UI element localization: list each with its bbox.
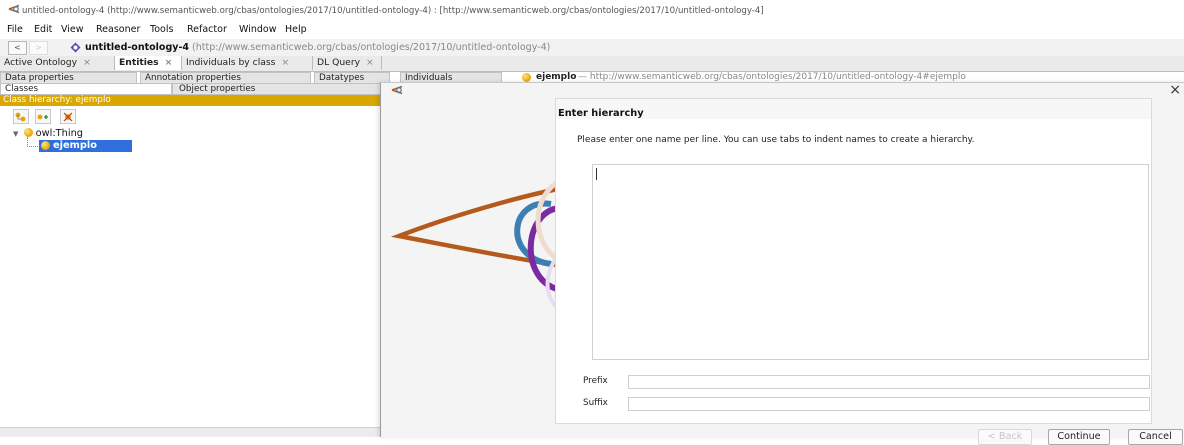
tab-dl-query[interactable]: DL Query × [313, 56, 382, 70]
delete-class-button[interactable] [60, 109, 76, 124]
tab-label: Active Ontology [4, 57, 78, 68]
add-sibling-icon [37, 114, 48, 119]
ontology-name: untitled-ontology-4 [85, 42, 189, 53]
ontology-address[interactable]: untitled-ontology-4 (http://www.semantic… [85, 42, 550, 53]
window-title: untitled-ontology-4 (http://www.semantic… [22, 6, 764, 16]
class-hierarchy-tree: ▼ owl:Thing ejemplo [0, 127, 380, 427]
delete-class-icon [63, 112, 73, 121]
class-hierarchy-header: Class hierarchy: ejemplo [0, 95, 380, 106]
tab-active-ontology[interactable]: Active Ontology × [0, 56, 115, 70]
protege-logo-art [391, 178, 566, 316]
class-icon [23, 128, 33, 137]
protege-app-icon [391, 85, 403, 98]
class-icon [41, 141, 50, 150]
tree-node-label: owl:Thing [35, 128, 84, 139]
text-caret [596, 168, 597, 180]
hierarchy-names-textarea[interactable] [592, 164, 1149, 360]
close-icon[interactable]: × [281, 57, 289, 68]
tree-node-owl-thing[interactable]: ▼ owl:Thing [13, 127, 83, 139]
close-icon[interactable]: × [366, 57, 374, 68]
continue-button[interactable]: Continue [1048, 429, 1110, 445]
entity-name: ejemplo [536, 72, 577, 82]
menu-tools[interactable]: Tools [150, 24, 173, 35]
tab-individuals-by-class[interactable]: Individuals by class × [182, 56, 313, 70]
expand-arrow-icon[interactable]: ▼ [13, 130, 18, 138]
back-button[interactable]: < Back [978, 429, 1032, 445]
menu-window[interactable]: Window [239, 24, 276, 35]
class-icon [522, 73, 531, 82]
tab-entities[interactable]: Entities × [115, 56, 182, 70]
dialog-close-button[interactable]: × [1169, 82, 1181, 98]
ontology-icon [70, 42, 81, 56]
tab-label: DL Query [317, 57, 361, 68]
add-subclass-button[interactable] [13, 109, 29, 124]
suffix-label: Suffix [583, 398, 608, 408]
menu-bar: File Edit View Reasoner Tools Refactor W… [0, 22, 1184, 39]
main-tab-bar: Active Ontology × Entities × Individuals b… [0, 56, 1184, 72]
add-subclass-icon [15, 112, 26, 121]
ontology-url: (http://www.semanticweb.org/cbas/ontolog… [192, 42, 551, 53]
hierarchy-toolbar [0, 107, 380, 127]
menu-reasoner[interactable]: Reasoner [96, 24, 140, 35]
wizard-page-header: Enter hierarchy [556, 99, 1151, 119]
menu-refactor[interactable]: Refactor [187, 24, 227, 35]
protege-app-icon [8, 4, 20, 17]
suffix-input[interactable] [628, 397, 1150, 411]
prefix-label: Prefix [583, 376, 608, 386]
close-icon[interactable]: × [165, 57, 173, 68]
entity-iri: — http://www.semanticweb.org/cbas/ontolo… [578, 72, 966, 82]
close-icon[interactable]: × [83, 57, 91, 68]
back-nav-button[interactable]: < [8, 41, 27, 55]
menu-file[interactable]: File [7, 24, 23, 35]
ontology-address-bar: < > untitled-ontology-4 (http://www.sema… [0, 39, 1184, 57]
menu-help[interactable]: Help [285, 24, 307, 35]
enter-hierarchy-dialog: × Enter hierarchy Please enter one name … [380, 82, 1184, 445]
tree-node-label: ejemplo [53, 140, 97, 151]
add-sibling-button[interactable] [35, 109, 51, 124]
window-title-bar: untitled-ontology-4 (http://www.semantic… [0, 0, 1184, 22]
subtab-object-properties[interactable]: Object properties [172, 83, 384, 95]
instructions-text: Please enter one name per line. You can … [577, 135, 975, 145]
menu-edit[interactable]: Edit [34, 24, 52, 35]
dialog-title: Enter hierarchy [558, 108, 644, 119]
tab-label: Entities [119, 57, 159, 68]
cancel-button[interactable]: Cancel [1128, 429, 1183, 445]
menu-view[interactable]: View [61, 24, 84, 35]
tab-label: Individuals by class [186, 57, 276, 68]
forward-nav-button[interactable]: > [29, 41, 48, 55]
prefix-input[interactable] [628, 375, 1150, 389]
wizard-page: Enter hierarchy Please enter one name pe… [555, 98, 1152, 424]
subtab-classes[interactable]: Classes [0, 83, 172, 95]
tree-node-ejemplo[interactable]: ejemplo [39, 140, 132, 152]
